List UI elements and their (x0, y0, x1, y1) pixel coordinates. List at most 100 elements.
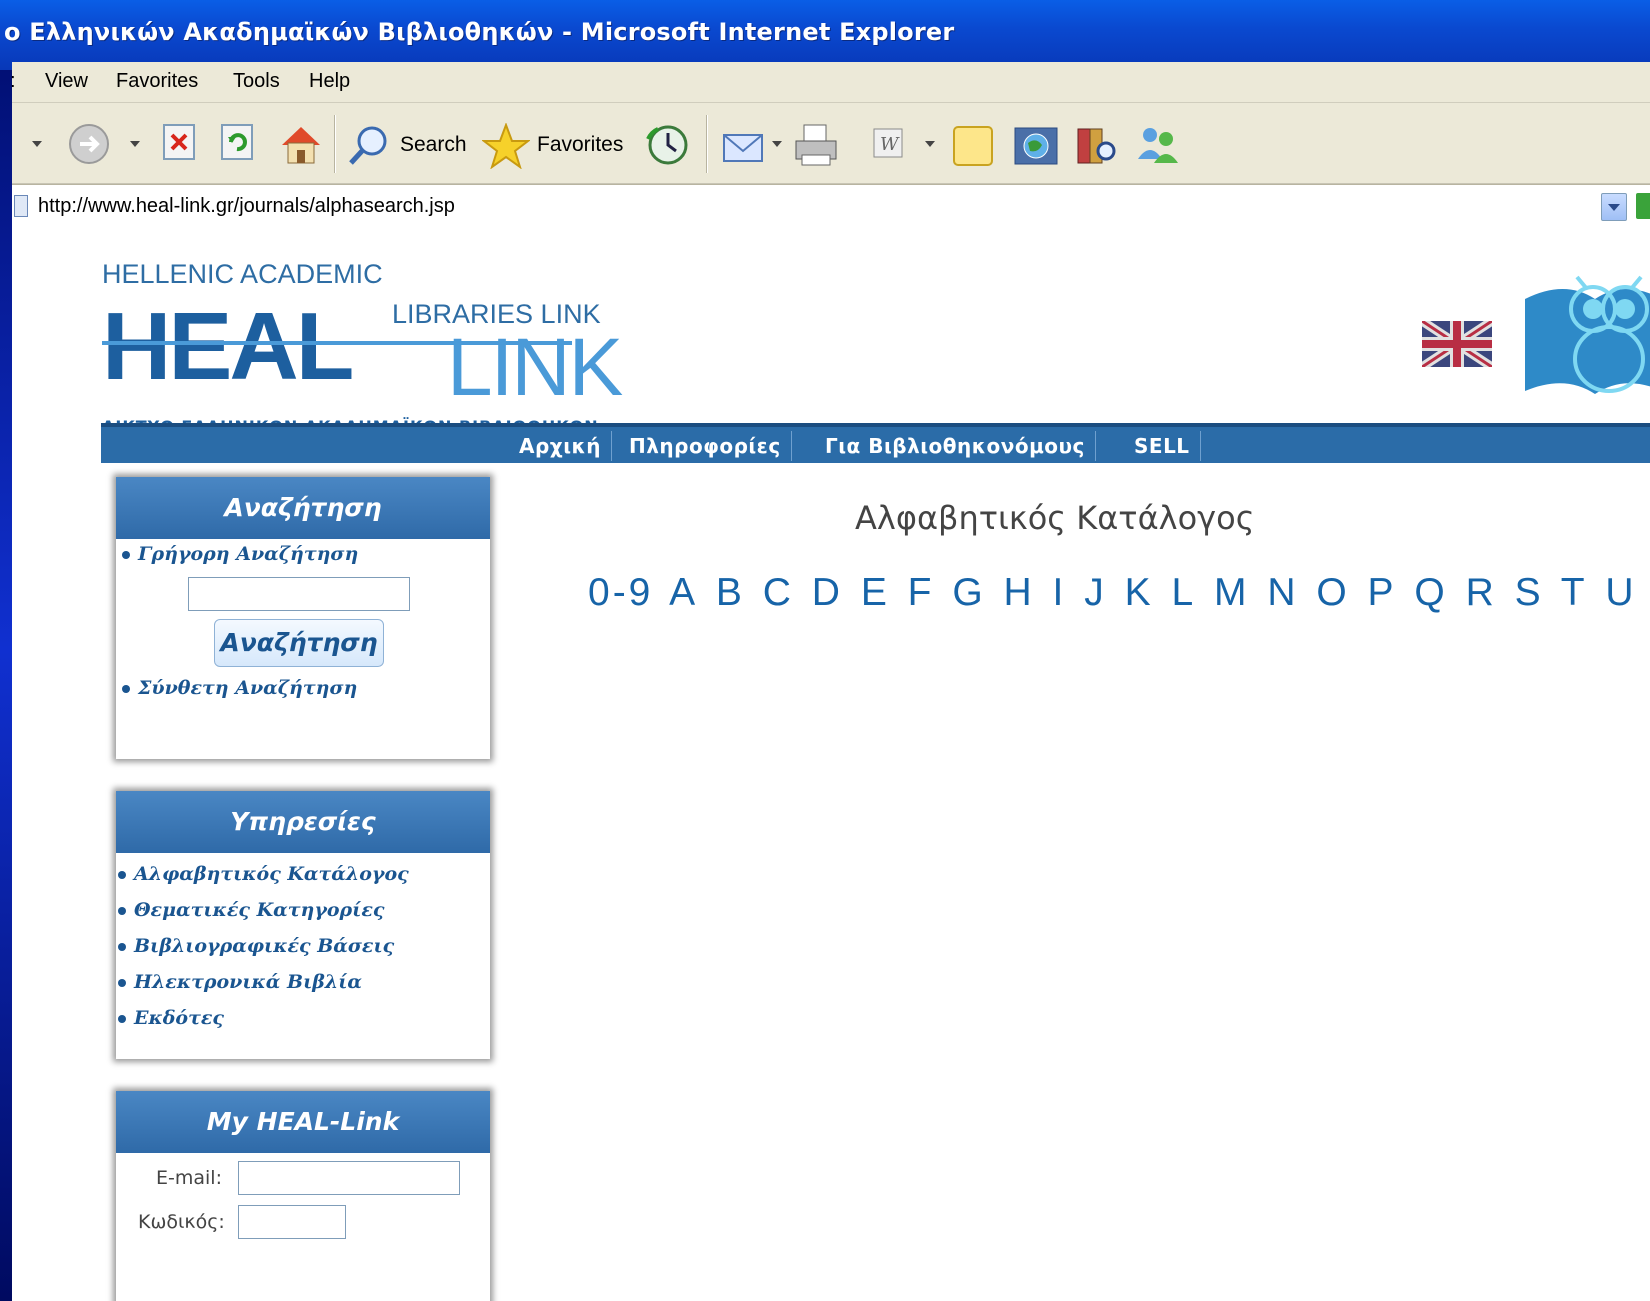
bullet-icon (118, 979, 126, 987)
favorites-star-icon[interactable] (482, 123, 530, 169)
service-label: Θεματικές Κατηγορίες (134, 899, 385, 921)
edit-dropdown-icon[interactable] (925, 141, 935, 147)
stop-icon[interactable] (162, 123, 200, 163)
english-flag-icon[interactable] (1422, 321, 1492, 367)
word-icon[interactable]: W (872, 123, 906, 163)
search-button[interactable]: Αναζήτηση (214, 619, 384, 667)
menu-item-help[interactable]: Help (309, 70, 350, 93)
password-field[interactable] (238, 1205, 346, 1239)
forward-icon[interactable] (68, 123, 110, 165)
email-field[interactable] (238, 1161, 460, 1195)
research-icon[interactable] (1074, 123, 1120, 169)
notes-icon[interactable] (950, 123, 996, 169)
toolbar-separator (706, 115, 707, 173)
svg-text:W: W (880, 134, 900, 155)
my-heal-link-title: My HEAL-Link (116, 1091, 490, 1153)
logo-link-text: LINK (447, 322, 623, 413)
globe-icon[interactable] (1012, 123, 1062, 169)
alpha-link-r[interactable]: R (1466, 571, 1497, 614)
address-input[interactable]: http://www.heal-link.gr/journals/alphase… (38, 195, 455, 218)
service-label: Βιβλιογραφικές Βάσεις (134, 935, 395, 957)
messenger-icon[interactable] (1132, 123, 1182, 169)
menu-item-favorites[interactable]: Favorites (116, 70, 198, 93)
alpha-link-b[interactable]: B (716, 571, 745, 614)
service-link-publishers[interactable]: Εκδότες (118, 1007, 224, 1029)
web-page: HELLENIC ACADEMIC HEAL LIBRARIES LINK LI… (12, 229, 1650, 1301)
alpha-link-n[interactable]: N (1267, 571, 1298, 614)
alpha-link-a[interactable]: A (669, 571, 698, 614)
print-icon[interactable] (792, 123, 840, 169)
bullet-icon (118, 943, 126, 951)
my-heal-link-panel: My HEAL-Link E-mail: Κωδικός: (116, 1091, 490, 1301)
nav-item-home[interactable]: Αρχική (509, 431, 612, 461)
search-panel-title: Αναζήτηση (116, 477, 490, 539)
alpha-link-i[interactable]: I (1053, 571, 1067, 614)
service-link-subjects[interactable]: Θεματικές Κατηγορίες (118, 899, 384, 921)
alpha-link-m[interactable]: M (1214, 571, 1250, 614)
bullet-icon (122, 685, 130, 693)
bullet-icon (122, 551, 130, 559)
bullet-icon (118, 1015, 126, 1023)
alpha-link-g[interactable]: G (952, 571, 985, 614)
alpha-link-h[interactable]: H (1004, 571, 1035, 614)
mail-icon[interactable] (720, 123, 770, 167)
alpha-link-d[interactable]: D (812, 571, 843, 614)
quick-search-label: Γρήγορη Αναζήτηση (138, 543, 359, 565)
alphabet-index: 0-9 A B C D E F G H I J K L M N O P Q R … (588, 571, 1650, 615)
service-link-ebooks[interactable]: Ηλεκτρονικά Βιβλία (118, 971, 362, 993)
refresh-icon[interactable] (220, 123, 258, 163)
email-label: E-mail: (156, 1167, 222, 1189)
search-button-label[interactable]: Search (400, 133, 467, 157)
alpha-link-o[interactable]: O (1316, 571, 1349, 614)
advanced-search-link[interactable]: Σύνθετη Αναζήτηση (122, 677, 357, 699)
nav-item-info[interactable]: Πληροφορίες (619, 431, 792, 461)
forward-dropdown-icon[interactable] (130, 141, 140, 147)
slide-background (0, 0, 12, 1301)
service-label: Αλφαβητικός Κατάλογος (134, 863, 409, 885)
page-icon (14, 195, 28, 217)
nav-item-sell[interactable]: SELL (1124, 431, 1201, 461)
bullet-icon (118, 871, 126, 879)
page-title: Αλφαβητικός Κατάλογος (855, 499, 1255, 537)
alpha-link-q[interactable]: Q (1414, 571, 1447, 614)
top-navigation: Αρχική Πληροφορίες Για Βιβλιοθηκονόμους … (101, 423, 1650, 463)
window-title: ο Ελληνικών Ακαδημαϊκών Βιβλιοθηκών - Mi… (4, 18, 955, 46)
nav-item-librarians[interactable]: Για Βιβλιοθηκονόμους (815, 431, 1096, 461)
address-dropdown-button[interactable] (1601, 193, 1627, 221)
title-bar: ο Ελληνικών Ακαδημαϊκών Βιβλιοθηκών - Mi… (0, 0, 1650, 70)
go-button[interactable] (1636, 193, 1650, 219)
menu-item-view[interactable]: View (45, 70, 88, 93)
alpha-link-s[interactable]: S (1515, 571, 1544, 614)
search-icon[interactable] (346, 123, 392, 167)
alpha-link-j[interactable]: J (1084, 571, 1107, 614)
alpha-link-l[interactable]: L (1171, 571, 1196, 614)
toolbar-separator (334, 115, 335, 173)
services-panel: Υπηρεσίες Αλφαβητικός Κατάλογος Θεματικέ… (116, 791, 490, 1059)
alpha-link-0-9[interactable]: 0-9 (588, 571, 653, 614)
alpha-link-k[interactable]: K (1125, 571, 1154, 614)
logo-top-text: HELLENIC ACADEMIC (102, 259, 383, 289)
heal-link-logo[interactable]: HELLENIC ACADEMIC HEAL LIBRARIES LINK LI… (102, 259, 623, 436)
menu-item-partial: : (10, 70, 16, 92)
mail-dropdown-icon[interactable] (772, 141, 782, 147)
home-icon[interactable] (278, 123, 324, 167)
quick-search-link[interactable]: Γρήγορη Αναζήτηση (122, 543, 358, 565)
search-input[interactable] (188, 577, 410, 611)
password-label: Κωδικός: (138, 1211, 225, 1233)
alpha-link-f[interactable]: F (908, 571, 935, 614)
bullet-icon (118, 907, 126, 915)
alpha-link-c[interactable]: C (763, 571, 794, 614)
logo-heal-text: HEAL (102, 293, 354, 400)
favorites-button-label[interactable]: Favorites (537, 133, 623, 157)
alpha-link-u[interactable]: U (1605, 571, 1636, 614)
history-icon[interactable] (644, 123, 692, 167)
service-link-databases[interactable]: Βιβλιογραφικές Βάσεις (118, 935, 394, 957)
back-dropdown-icon[interactable] (32, 141, 42, 147)
service-link-alphabetical[interactable]: Αλφαβητικός Κατάλογος (118, 863, 409, 885)
alpha-link-e[interactable]: E (861, 571, 890, 614)
alpha-link-t[interactable]: T (1561, 571, 1588, 614)
menu-item-tools[interactable]: Tools (233, 70, 280, 93)
alpha-link-p[interactable]: P (1368, 571, 1397, 614)
advanced-search-label: Σύνθετη Αναζήτηση (138, 677, 358, 699)
owl-book-icon (1525, 275, 1650, 394)
